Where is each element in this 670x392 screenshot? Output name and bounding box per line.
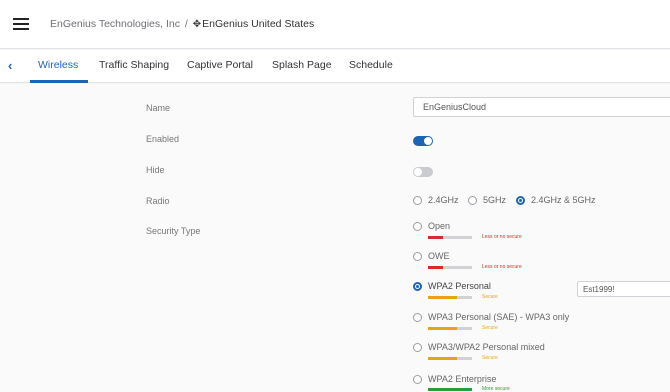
security-open-strength: Less or no secure: [482, 234, 522, 240]
enabled-label: Enabled: [146, 134, 180, 144]
security-wpa3-wpa2-mixed-meter: [428, 357, 472, 360]
breadcrumb-separator: /: [184, 18, 188, 30]
radio-2-4ghz[interactable]: [413, 196, 422, 205]
security-owe-radio[interactable]: [413, 252, 422, 261]
security-open-label: Open: [428, 221, 451, 231]
radio-5ghz-label: 5GHz: [483, 195, 507, 205]
security-owe-label: OWE: [428, 251, 450, 261]
breadcrumb-site[interactable]: EnGenius United States: [202, 18, 314, 30]
security-wpa2-enterprise-radio[interactable]: [413, 375, 422, 384]
security-owe-strength: Less or no secure: [482, 264, 522, 270]
breadcrumb-org[interactable]: EnGenius Technologies, Inc: [50, 18, 180, 30]
radio-dual-band-label: 2.4GHz & 5GHz: [531, 195, 596, 205]
settings-panel: [0, 84, 670, 392]
security-wpa2-enterprise-meter: [428, 388, 472, 391]
tab-schedule[interactable]: Schedule: [349, 59, 393, 71]
name-label: Name: [146, 103, 171, 113]
radio-dual-band[interactable]: [516, 196, 525, 205]
chevron-left-icon[interactable]: ‹: [8, 58, 12, 73]
security-wpa3-personal-radio[interactable]: [413, 313, 422, 322]
security-type-label: Security Type: [146, 226, 201, 236]
security-wpa3-personal-meter: [428, 327, 472, 330]
enabled-toggle[interactable]: [413, 136, 433, 146]
tab-wireless[interactable]: Wireless: [38, 59, 78, 71]
radio-2-4ghz-label: 2.4GHz: [428, 195, 459, 205]
tab-captive-portal[interactable]: Captive Portal: [187, 59, 253, 71]
security-wpa2-enterprise-label: WPA2 Enterprise: [428, 374, 497, 384]
security-wpa2-enterprise-strength: More secure: [482, 386, 510, 392]
radio-label: Radio: [146, 196, 170, 206]
security-wpa3-wpa2-mixed-label: WPA3/WPA2 Personal mixed: [428, 342, 545, 352]
top-bar: EnGenius Technologies, Inc / ✥EnGenius U…: [0, 0, 670, 49]
security-wpa3-wpa2-mixed-strength: Secure: [482, 355, 498, 361]
security-wpa2-personal-radio[interactable]: [413, 282, 422, 291]
security-open-meter: [428, 236, 472, 239]
tab-traffic-shaping[interactable]: Traffic Shaping: [99, 59, 169, 71]
radio-5ghz[interactable]: [468, 196, 477, 205]
security-wpa2-personal-label: WPA2 Personal: [428, 281, 491, 291]
name-input[interactable]: [413, 97, 670, 117]
hide-label: Hide: [146, 165, 165, 175]
security-wpa3-personal-label: WPA3 Personal (SAE) - WPA3 only: [428, 312, 570, 322]
security-wpa2-personal-strength: Secure: [482, 294, 498, 300]
security-wpa3-wpa2-mixed-radio[interactable]: [413, 343, 422, 352]
passphrase-input[interactable]: [577, 281, 670, 297]
security-open-radio[interactable]: [413, 222, 422, 231]
breadcrumb: EnGenius Technologies, Inc / ✥EnGenius U…: [50, 18, 314, 30]
tab-bar: ‹ Wireless Traffic Shaping Captive Porta…: [0, 50, 670, 83]
security-owe-meter: [428, 266, 472, 269]
menu-icon[interactable]: [13, 18, 29, 31]
hide-toggle[interactable]: [413, 167, 433, 177]
site-icon: ✥: [192, 19, 202, 30]
security-wpa2-personal-meter: [428, 296, 472, 299]
active-tab-indicator: [30, 80, 88, 83]
tab-splash-page[interactable]: Splash Page: [272, 59, 332, 71]
security-wpa3-personal-strength: Secure: [482, 325, 498, 331]
